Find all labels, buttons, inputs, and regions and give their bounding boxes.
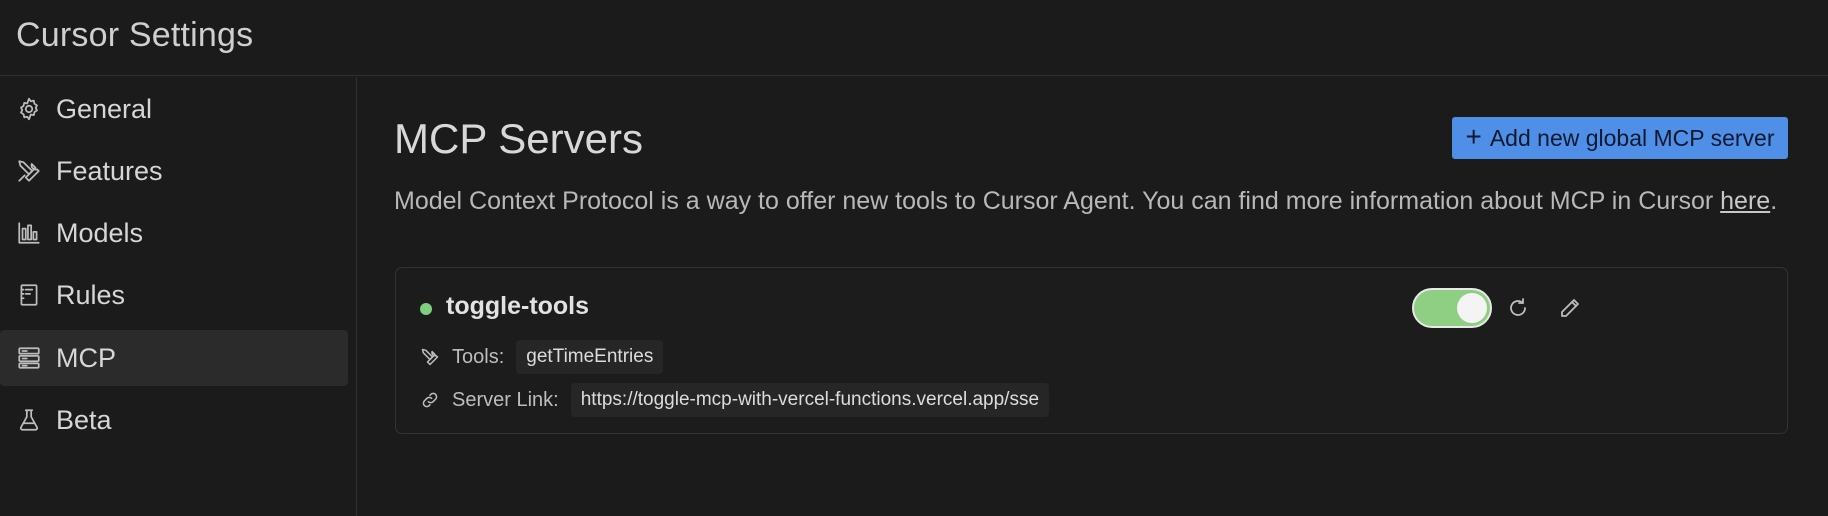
server-link-label: Server Link:: [452, 388, 559, 411]
notebook-icon: [16, 282, 42, 308]
sidebar-item-mcp[interactable]: MCP: [0, 330, 348, 386]
description-suffix: .: [1770, 187, 1778, 215]
toggle-knob: [1457, 293, 1487, 323]
tools-row: Tools: getTimeEntries: [420, 340, 664, 374]
add-button-label: Add new global MCP server: [1489, 124, 1775, 151]
edit-button[interactable]: [1556, 294, 1584, 322]
description-text: Model Context Protocol is a way to offer…: [394, 187, 1721, 215]
server-enabled-toggle[interactable]: [1412, 288, 1492, 328]
link-icon: [420, 390, 440, 410]
sidebar-item-models[interactable]: Models: [0, 205, 348, 261]
mcp-server-card: toggle-tools Tools: getTimeEntries Serve…: [395, 267, 1788, 434]
tools-icon: [16, 158, 42, 184]
sidebar-item-label: Features: [56, 155, 163, 186]
main-content: MCP Servers + Add new global MCP server …: [358, 77, 1828, 516]
sidebar-item-label: General: [56, 93, 153, 124]
plus-icon: +: [1465, 121, 1482, 152]
flask-icon: [16, 407, 42, 433]
add-global-mcp-server-button[interactable]: + Add new global MCP server: [1452, 117, 1788, 159]
sidebar-item-beta[interactable]: Beta: [0, 392, 348, 448]
refresh-button[interactable]: [1504, 294, 1532, 322]
server-name: toggle-tools: [446, 292, 590, 320]
sidebar-item-features[interactable]: Features: [0, 143, 348, 199]
bar-chart-icon: [16, 220, 42, 246]
refresh-icon: [1510, 298, 1526, 316]
page-description: Model Context Protocol is a way to offer…: [394, 183, 1814, 219]
tools-label: Tools:: [452, 345, 505, 368]
status-indicator: [420, 303, 432, 315]
gear-icon: [16, 96, 42, 122]
sidebar: General Features Models Rules MCP Beta: [0, 77, 357, 516]
sidebar-item-rules[interactable]: Rules: [0, 267, 348, 323]
server-icon: [16, 345, 42, 371]
sidebar-item-general[interactable]: General: [0, 81, 348, 137]
sidebar-item-label: Models: [56, 217, 144, 248]
server-link-row: Server Link: https://toggle-mcp-with-ver…: [420, 383, 1050, 417]
title-bar: Cursor Settings: [0, 0, 1828, 76]
window-title: Cursor Settings: [16, 16, 254, 54]
sidebar-item-label: MCP: [56, 342, 116, 373]
page-title: MCP Servers: [394, 115, 643, 162]
tools-icon: [420, 347, 440, 367]
pencil-icon: [1561, 299, 1579, 317]
server-link-value[interactable]: https://toggle-mcp-with-vercel-functions…: [570, 383, 1050, 417]
tool-chip: getTimeEntries: [516, 340, 664, 374]
sidebar-item-label: Beta: [56, 404, 112, 435]
description-link[interactable]: here: [1720, 187, 1770, 215]
sidebar-item-label: Rules: [56, 279, 126, 310]
